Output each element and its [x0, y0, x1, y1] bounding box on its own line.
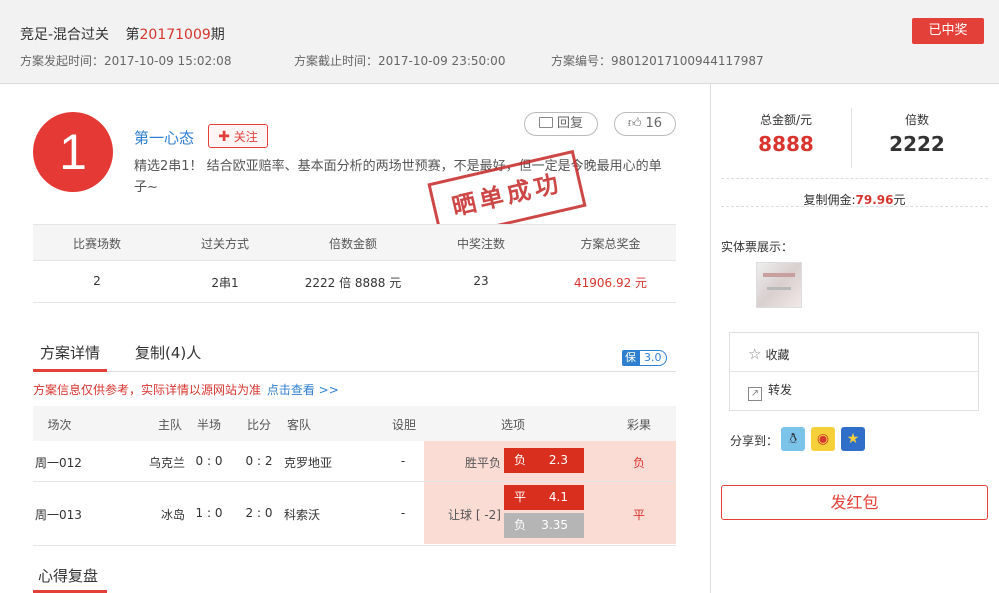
table-row: 周一012 乌克兰 0 : 0 0 : 2 克罗地亚 - 胜平负 负 2.3 负	[33, 441, 676, 482]
star-icon: ☆	[748, 345, 762, 363]
red-envelope-button[interactable]: 发红包	[721, 485, 988, 520]
disclaimer: 方案信息仅供参考，实际详情以源网站为准 点击查看 >>	[33, 383, 339, 397]
tab-copy[interactable]: 复制(4)人	[135, 342, 201, 363]
tab-divider	[33, 371, 676, 372]
summary-table-row: 2 2串1 2222 倍 8888 元 23 41906.92 元	[33, 260, 676, 303]
start-time: 方案发起时间：2017-10-09 15:02:08	[20, 54, 232, 68]
qq-icon[interactable]: 🐧︎	[781, 427, 805, 451]
option-lose: 负 3.35	[504, 513, 584, 538]
qzone-star-icon[interactable]: ★	[841, 427, 865, 451]
option-draw: 平 4.1	[504, 485, 584, 510]
plan-description: 精选2串1！ 结合欧亚赔率、基本面分析的两场世预赛，不是最好，但一定是今晚最用心…	[134, 159, 662, 195]
like-button[interactable]: 👍︎ 16	[614, 112, 676, 136]
dashed-divider	[721, 178, 988, 180]
follow-button[interactable]: ✚ 关注	[208, 124, 268, 148]
ticket-thumbnail[interactable]	[756, 262, 802, 308]
end-time: 方案截止时间：2017-10-09 23:50:00	[294, 54, 506, 68]
plan-title: 竞足-混合过关 第20171009期	[20, 27, 225, 43]
total-amount-label: 总金额/元	[759, 113, 813, 127]
guarantee-badge: 保 3.0	[622, 350, 667, 366]
forward-button[interactable]: ↗ 转发	[748, 381, 792, 401]
share-arrow-icon: ↗	[748, 387, 762, 401]
ticket-label: 实体票展示：	[721, 240, 794, 254]
column-divider	[710, 84, 711, 593]
total-amount-value: 8888	[758, 132, 814, 156]
dashed-divider	[721, 206, 988, 208]
won-status-button[interactable]: 已中奖	[912, 18, 984, 44]
collect-button[interactable]: ☆ 收藏	[748, 345, 789, 363]
comment-icon	[538, 117, 553, 128]
view-source-link[interactable]: 点击查看 >>	[267, 383, 339, 397]
tab-active-indicator	[33, 369, 107, 372]
user-name-link[interactable]: 第一心态	[134, 127, 194, 148]
issue-number: 20171009	[139, 27, 211, 43]
thumbs-up-icon: 👍︎	[627, 116, 642, 131]
tab-plan-detail[interactable]: 方案详情	[40, 342, 100, 363]
shield-icon: 保	[622, 350, 639, 366]
reply-button[interactable]: 回复	[524, 112, 598, 136]
rank-avatar: 1	[33, 112, 113, 192]
share-label: 分享到：	[730, 434, 779, 448]
plan-id: 方案编号：98012017100944117987	[551, 54, 764, 68]
match-table-header: 场次 主队 半场 比分 客队 设胆 选项 彩果	[33, 406, 676, 441]
plus-icon: ✚	[218, 129, 230, 145]
multiple-label: 倍数	[904, 113, 929, 127]
option-lose: 负 2.3	[504, 448, 584, 473]
summary-table-header: 比赛场数 过关方式 倍数金额 中奖注数 方案总奖金	[33, 224, 676, 261]
review-heading: 心得复盘	[38, 567, 99, 585]
multiple-value: 2222	[889, 132, 945, 156]
weibo-icon[interactable]: ◉	[811, 427, 835, 451]
action-divider	[730, 371, 978, 372]
table-row: 周一013 冰岛 1 : 0 2 : 0 科索沃 - 让球 [ -2] 平 4.1…	[33, 482, 676, 546]
